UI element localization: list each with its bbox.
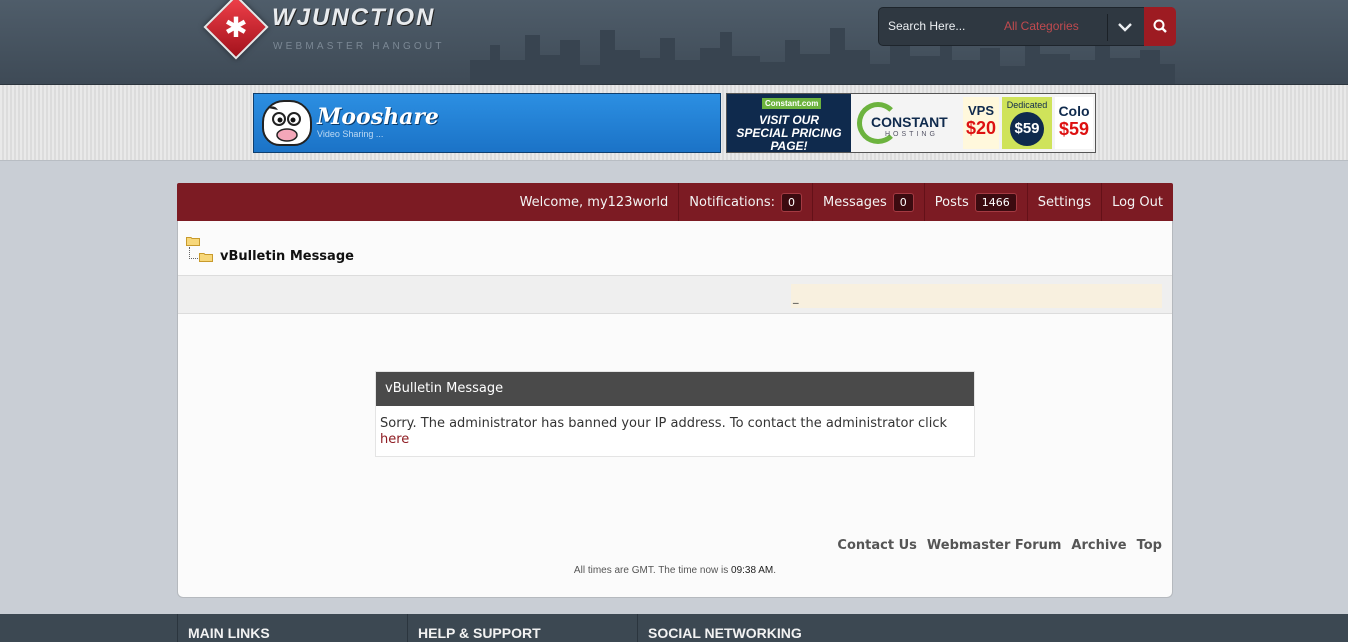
user-nav-bar: Welcome, my123world Notifications: 0 Mes… — [177, 183, 1173, 221]
time-value: 09:38 AM — [731, 565, 774, 576]
vps-label: VPS — [967, 103, 994, 118]
search-category-select[interactable]: All Categories — [1004, 19, 1079, 33]
logout-link[interactable]: Log Out — [1101, 183, 1173, 221]
ad-brand: CONSTANT — [871, 114, 948, 130]
logo-snowflake-icon: ✱ — [224, 11, 248, 44]
posts-label: Posts — [934, 194, 969, 210]
footer-col-social: SOCIAL NETWORKING — [637, 614, 937, 642]
time-prefix: All times are GMT. The time now is — [573, 565, 729, 576]
messages-label: Messages — [823, 194, 887, 210]
posts-link[interactable]: Posts 1466 — [923, 183, 1027, 221]
top-link[interactable]: Top — [1137, 538, 1162, 553]
ad-subtitle: Video Sharing ... — [317, 129, 384, 139]
ad-promo-panel: Constant.com VISIT OUR SPECIAL PRICING P… — [727, 94, 851, 153]
ad-colo-offer: Colo $59 — [1055, 97, 1093, 149]
message-body: Sorry. The administrator has banned your… — [376, 406, 974, 458]
constant-hosting-banner-ad[interactable]: Constant.com VISIT OUR SPECIAL PRICING P… — [726, 93, 1096, 153]
search-icon — [1153, 19, 1167, 33]
contact-us-link[interactable]: Contact Us — [837, 538, 916, 553]
mooshare-banner-ad[interactable]: Mooshare Video Sharing ... — [253, 93, 721, 153]
site-header: ✱ WJUNCTION WEBMASTER HANGOUT Search Her… — [0, 0, 1348, 85]
ad-vps-offer: VPS $20 — [963, 97, 999, 149]
settings-link[interactable]: Settings — [1026, 183, 1101, 221]
main-links-heading: MAIN LINKS — [188, 625, 270, 641]
welcome-user[interactable]: Welcome, my123world — [510, 183, 679, 221]
archive-link[interactable]: Archive — [1071, 538, 1126, 553]
time-suffix: . — [773, 565, 777, 576]
notifications-link[interactable]: Notifications: 0 — [678, 183, 812, 221]
cow-mascot-icon — [262, 100, 312, 146]
page-title: vBulletin Message — [220, 249, 354, 264]
site-footer: MAIN LINKS HELP & SUPPORT SOCIAL NETWORK… — [0, 614, 1348, 642]
settings-label: Settings — [1037, 194, 1092, 210]
webmaster-forum-link[interactable]: Webmaster Forum — [927, 538, 1062, 553]
main-content: vBulletin Message _ vBulletin Message So… — [177, 221, 1173, 598]
ad-badge: Constant.com — [762, 98, 822, 109]
colo-label: Colo — [1058, 103, 1090, 119]
welcome-text: Welcome, my123world — [519, 194, 669, 210]
ad-headline: VISIT OUR SPECIAL PRICING PAGE! — [736, 113, 842, 153]
chevron-down-icon[interactable] — [1115, 17, 1135, 37]
toolbar-strip: _ — [178, 275, 1172, 314]
social-networking-heading: SOCIAL NETWORKING — [648, 625, 802, 641]
search-box: Search Here... All Categories — [878, 7, 1176, 46]
search-button[interactable] — [1144, 7, 1176, 46]
breadcrumb-connector — [189, 247, 198, 259]
contact-admin-link[interactable]: here — [380, 432, 409, 447]
site-tagline: WEBMASTER HANGOUT — [273, 41, 445, 52]
footer-links: Contact Us Webmaster Forum Archive Top — [837, 538, 1162, 553]
notice-box: _ — [791, 284, 1162, 308]
search-divider — [1107, 14, 1108, 41]
folder-icon[interactable] — [186, 236, 200, 246]
messages-link[interactable]: Messages 0 — [812, 183, 924, 221]
footer-col-main-links: MAIN LINKS — [177, 614, 407, 642]
messages-count-badge: 0 — [892, 192, 914, 212]
posts-count-badge: 1466 — [974, 192, 1017, 212]
message-panel: vBulletin Message Sorry. The administrat… — [375, 371, 975, 457]
footer-col-help: HELP & SUPPORT — [407, 614, 637, 642]
help-support-heading: HELP & SUPPORT — [418, 625, 541, 641]
logout-label: Log Out — [1112, 194, 1163, 210]
notifications-label: Notifications: — [689, 194, 776, 210]
vps-price: $20 — [965, 118, 997, 138]
message-text: Sorry. The administrator has banned your… — [380, 416, 947, 431]
ad-dedicated-offer: Dedicated $59 — [1002, 97, 1052, 149]
dedicated-label: Dedicated — [1006, 100, 1048, 110]
dedicated-price: $59 — [1010, 112, 1044, 146]
site-logo-text[interactable]: WJUNCTION — [272, 4, 435, 32]
notifications-count-badge: 0 — [781, 192, 803, 212]
colo-price: $59 — [1058, 119, 1090, 139]
ad-brand-sub: HOSTING — [885, 131, 938, 138]
search-input[interactable]: Search Here... — [888, 19, 965, 33]
folder-open-icon — [199, 253, 213, 262]
ad-title: Mooshare — [317, 104, 439, 130]
banner-area: Mooshare Video Sharing ... Constant.com … — [0, 85, 1348, 161]
server-time: All times are GMT. The time now is 09:38… — [178, 565, 1172, 576]
message-title: vBulletin Message — [376, 372, 974, 406]
notice-mark: _ — [793, 291, 799, 304]
